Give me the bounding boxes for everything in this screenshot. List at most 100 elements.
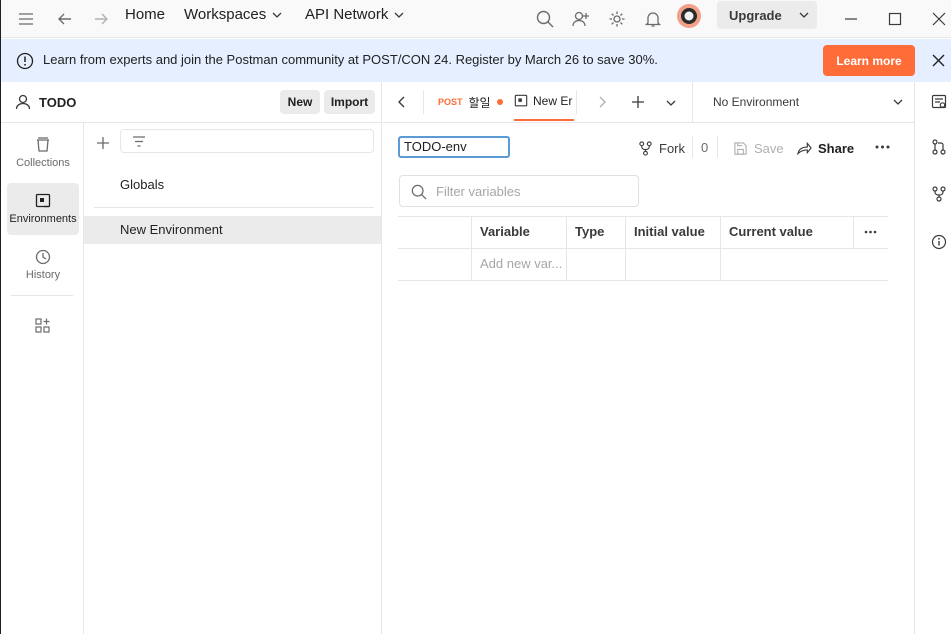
environment-selector-value: No Environment — [713, 95, 800, 109]
column-header-initial-value: Initial value — [634, 224, 705, 239]
divider — [398, 280, 888, 281]
unsaved-dot-icon — [496, 99, 503, 105]
configure-sidebar-icon[interactable] — [35, 318, 50, 333]
divider — [94, 207, 374, 208]
add-environment-icon[interactable] — [96, 136, 110, 150]
tab-bar: POST 할일 New Er No Environment — [383, 82, 914, 123]
top-header: Home Workspaces API Network Upgrade — [1, 0, 951, 38]
tab-title: 할일 — [468, 95, 491, 110]
api-network-menu[interactable]: API Network — [305, 0, 404, 30]
column-header-current-value: Current value — [729, 224, 813, 239]
environment-list-panel: Globals New Environment — [84, 123, 382, 634]
share-button[interactable]: Share — [797, 139, 854, 157]
variables-table: Variable Type Initial value Current valu… — [398, 216, 888, 281]
column-header-type: Type — [575, 224, 605, 239]
pull-request-icon[interactable] — [931, 139, 947, 155]
collections-icon — [37, 137, 49, 152]
column-header-variable: Variable — [480, 224, 530, 239]
settings-gear-icon[interactable] — [605, 7, 629, 31]
list-item-globals[interactable]: Globals — [84, 171, 381, 199]
import-button[interactable]: Import — [324, 90, 375, 114]
environment-filter-input[interactable] — [120, 129, 374, 153]
history-icon — [35, 249, 51, 265]
maximize-window-icon[interactable] — [883, 7, 907, 31]
new-tab-icon[interactable] — [631, 95, 645, 109]
info-icon[interactable] — [931, 234, 947, 250]
tabs-scroll-right-icon[interactable] — [598, 96, 606, 108]
save-button[interactable]: Save — [733, 139, 784, 157]
announcement-banner: Learn from experts and join the Postman … — [1, 39, 951, 82]
tab-post-request[interactable]: POST 할일 — [438, 82, 503, 122]
tabs-scroll-left-icon[interactable] — [398, 96, 406, 108]
minimize-window-icon[interactable] — [839, 7, 863, 31]
avatar[interactable] — [676, 3, 702, 29]
upgrade-button[interactable]: Upgrade — [717, 1, 817, 29]
new-button[interactable]: New — [280, 90, 320, 114]
sidebar-item-collections[interactable]: Collections — [7, 127, 79, 179]
info-icon — [16, 52, 34, 70]
banner-text: Learn from experts and join the Postman … — [43, 52, 658, 67]
chevron-down-icon — [799, 12, 809, 18]
tabs-dropdown-icon[interactable] — [666, 98, 676, 108]
environment-selector[interactable]: No Environment — [693, 82, 914, 122]
search-icon — [411, 184, 427, 200]
tab-title: New Er — [533, 93, 573, 108]
environment-name-input[interactable]: TODO-env — [398, 136, 510, 158]
close-window-icon[interactable] — [927, 7, 951, 31]
table-cell-initial-value[interactable] — [625, 248, 720, 280]
user-icon — [15, 94, 31, 110]
environments-icon — [35, 193, 51, 208]
chevron-down-icon — [272, 12, 282, 18]
divider — [717, 136, 718, 158]
sidebar-item-environments[interactable]: Environments — [7, 183, 79, 235]
filter-variables-input[interactable]: Filter variables — [399, 175, 639, 207]
sidebar-rail: Collections Environments History — [1, 123, 84, 634]
divider — [853, 216, 854, 248]
save-icon — [734, 141, 747, 155]
fork-button[interactable]: Fork — [638, 139, 685, 157]
environment-icon — [514, 94, 528, 106]
filter-icon — [133, 136, 145, 147]
sidebar-item-history[interactable]: History — [7, 239, 79, 291]
list-item-new-environment[interactable]: New Environment — [84, 216, 381, 244]
api-network-label: API Network — [305, 6, 389, 23]
workspaces-menu[interactable]: Workspaces — [184, 0, 282, 30]
sidebar-item-label: History — [25, 269, 61, 281]
table-cell-current-value[interactable] — [720, 248, 853, 280]
home-link[interactable]: Home — [125, 0, 165, 30]
fork-icon[interactable] — [931, 186, 947, 202]
upgrade-label: Upgrade — [729, 7, 782, 23]
workspace-header: TODO New Import — [1, 82, 382, 123]
workspaces-label: Workspaces — [184, 6, 267, 23]
menu-icon[interactable] — [14, 7, 38, 31]
invite-user-icon[interactable] — [569, 7, 593, 31]
learn-more-button[interactable]: Learn more — [823, 45, 915, 76]
forward-arrow-icon[interactable] — [89, 7, 113, 31]
tab-new-environment[interactable]: New Er — [514, 82, 574, 121]
filter-variables-placeholder: Filter variables — [436, 184, 521, 199]
table-cell-type[interactable] — [566, 248, 625, 280]
share-icon — [797, 141, 812, 155]
fork-count: 0 — [701, 140, 709, 155]
table-options-icon[interactable] — [864, 230, 877, 234]
sidebar-item-label: Collections — [16, 157, 70, 169]
fork-icon — [639, 140, 652, 156]
close-banner-icon[interactable] — [932, 54, 945, 67]
right-sidebar — [914, 82, 951, 634]
divider — [576, 90, 577, 114]
save-label: Save — [754, 140, 784, 156]
chevron-down-icon — [893, 99, 903, 105]
search-icon[interactable] — [533, 7, 557, 31]
add-new-variable-input[interactable]: Add new var... — [471, 248, 566, 280]
chevron-down-icon — [394, 12, 404, 18]
workspace-name: TODO — [39, 95, 77, 110]
home-label: Home — [125, 6, 166, 23]
notifications-bell-icon[interactable] — [641, 7, 665, 31]
share-label: Share — [818, 140, 855, 156]
back-arrow-icon[interactable] — [53, 7, 77, 31]
environment-quick-look-icon[interactable] — [931, 94, 947, 110]
fork-label: Fork — [659, 140, 685, 156]
method-badge: POST — [438, 97, 463, 107]
divider — [11, 295, 73, 296]
more-options-icon[interactable] — [875, 145, 890, 149]
